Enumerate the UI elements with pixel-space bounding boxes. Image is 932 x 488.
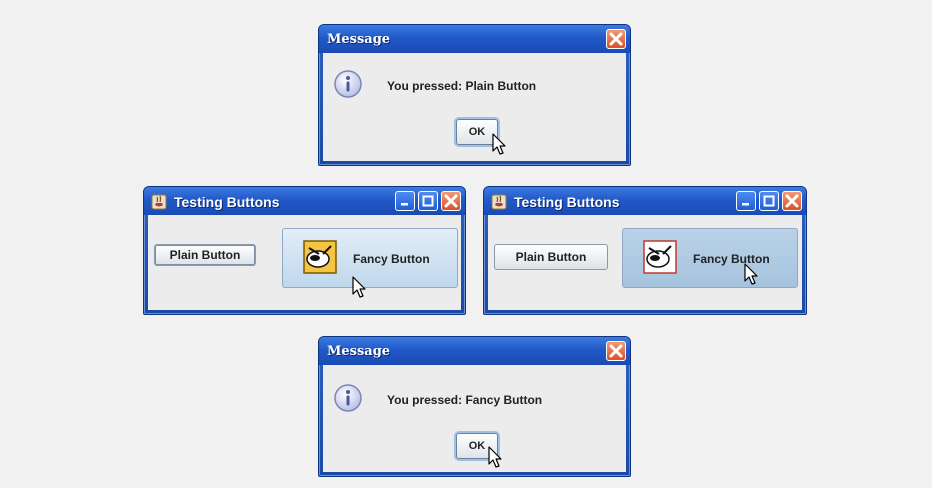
message-dialog-bottom: Message You pressed: Fancy Button OK: [318, 336, 631, 477]
message-dialog-top: Message You pressed: Plain Button OK: [318, 24, 631, 166]
testing-buttons-window-left: Testing Buttons Plain Button Fancy Butto…: [143, 186, 466, 315]
java-app-icon: [151, 194, 167, 210]
title-bar[interactable]: Message: [319, 25, 630, 53]
dialog-title: Message: [327, 32, 391, 47]
plain-button[interactable]: Plain Button: [494, 244, 608, 270]
title-bar[interactable]: Testing Buttons: [144, 187, 465, 215]
maximize-icon[interactable]: [759, 191, 779, 211]
window-title: Testing Buttons: [174, 194, 280, 210]
fancy-button-label: Fancy Button: [353, 252, 430, 266]
bug-icon: [303, 240, 337, 274]
minimize-icon[interactable]: [395, 191, 415, 211]
fancy-button[interactable]: Fancy Button: [282, 228, 458, 288]
title-bar[interactable]: Message: [319, 337, 630, 365]
window-content: Plain Button Fancy Button: [148, 215, 461, 310]
info-icon: [334, 384, 362, 412]
mouse-cursor-icon: [744, 263, 758, 285]
minimize-icon[interactable]: [736, 191, 756, 211]
title-bar[interactable]: Testing Buttons: [484, 187, 806, 215]
close-icon[interactable]: [606, 29, 626, 49]
maximize-icon[interactable]: [418, 191, 438, 211]
dialog-content: You pressed: Fancy Button OK: [323, 365, 626, 472]
mouse-cursor-icon: [352, 276, 366, 298]
close-icon[interactable]: [782, 191, 802, 211]
mouse-cursor-icon: [488, 446, 502, 468]
mouse-cursor-icon: [492, 133, 506, 155]
bug-icon: [643, 240, 677, 274]
dialog-content: You pressed: Plain Button OK: [323, 53, 626, 161]
dialog-title: Message: [327, 344, 391, 359]
window-title: Testing Buttons: [514, 194, 620, 210]
dialog-message: You pressed: Fancy Button: [387, 393, 543, 407]
testing-buttons-window-right: Testing Buttons Plain Button Fancy Butto…: [483, 186, 807, 315]
dialog-message: You pressed: Plain Button: [387, 79, 537, 93]
plain-button[interactable]: Plain Button: [154, 244, 256, 266]
close-icon[interactable]: [606, 341, 626, 361]
info-icon: [334, 70, 362, 98]
java-app-icon: [491, 194, 507, 210]
close-icon[interactable]: [441, 191, 461, 211]
window-content: Plain Button Fancy Button: [488, 215, 802, 310]
fancy-button[interactable]: Fancy Button: [622, 228, 798, 288]
